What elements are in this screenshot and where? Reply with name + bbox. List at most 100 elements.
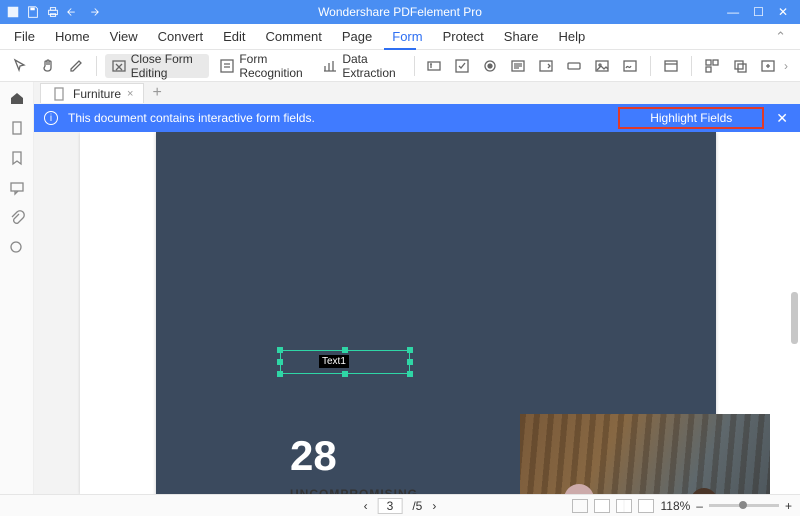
data-extraction-label: Data Extraction xyxy=(342,52,399,80)
hand-tool-icon[interactable] xyxy=(36,54,60,78)
page-number-input[interactable]: 3 xyxy=(378,498,403,514)
more-tools-icon[interactable] xyxy=(756,54,780,78)
select-tool-icon[interactable] xyxy=(8,54,32,78)
form-field-name-label: Text1 xyxy=(319,355,349,368)
comments-icon[interactable] xyxy=(9,180,25,196)
page-paper: Text1 28 UNCOMPROMISING CRAFTSMANSHIP At… xyxy=(80,132,800,494)
document-tab-strip: Furniture × + xyxy=(34,82,800,104)
thumbnails-icon[interactable] xyxy=(9,120,25,136)
text-field-icon[interactable] xyxy=(422,54,446,78)
separator xyxy=(650,56,651,76)
banner-message: This document contains interactive form … xyxy=(68,111,315,125)
menu-page[interactable]: Page xyxy=(342,29,372,44)
edit-tool-icon[interactable] xyxy=(64,54,88,78)
form-toolbar: Close Form Editing Form Recognition Data… xyxy=(0,50,800,82)
button-field-icon[interactable] xyxy=(562,54,586,78)
zoom-out-icon[interactable]: – xyxy=(696,499,703,513)
menu-bar: File Home View Convert Edit Comment Page… xyxy=(0,24,800,50)
checkbox-field-icon[interactable] xyxy=(450,54,474,78)
menu-protect[interactable]: Protect xyxy=(443,29,484,44)
home-icon[interactable] xyxy=(9,90,25,106)
resize-handle[interactable] xyxy=(277,347,283,353)
menu-form[interactable]: Form xyxy=(392,29,422,44)
menu-file[interactable]: File xyxy=(14,29,35,44)
close-form-editing-label: Close Form Editing xyxy=(131,52,204,80)
undo-icon[interactable] xyxy=(66,5,80,19)
view-single-icon[interactable] xyxy=(572,499,588,513)
resize-handle[interactable] xyxy=(342,371,348,377)
combobox-field-icon[interactable] xyxy=(506,54,530,78)
banner-close-icon[interactable]: ✕ xyxy=(774,110,790,127)
zoom-slider[interactable] xyxy=(709,504,779,507)
headline-number: 28 xyxy=(290,432,337,480)
title-bar: Wondershare PDFelement Pro — ☐ ✕ xyxy=(0,0,800,24)
menu-convert[interactable]: Convert xyxy=(158,29,204,44)
document-canvas[interactable]: Text1 28 UNCOMPROMISING CRAFTSMANSHIP At… xyxy=(34,132,800,494)
separator xyxy=(414,56,415,76)
redo-icon[interactable] xyxy=(86,5,100,19)
page-navigator: ‹ 3 /5 › xyxy=(364,498,437,514)
view-two-continuous-icon[interactable] xyxy=(638,499,654,513)
menu-home[interactable]: Home xyxy=(55,29,90,44)
copy-field-icon[interactable] xyxy=(728,54,752,78)
tab-close-icon[interactable]: × xyxy=(127,88,133,100)
status-bar: ‹ 3 /5 › 118% – + xyxy=(0,494,800,516)
highlight-fields-label: Highlight Fields xyxy=(650,111,732,125)
menu-edit[interactable]: Edit xyxy=(223,29,245,44)
toolbar-overflow-icon[interactable]: › xyxy=(784,59,792,73)
close-form-editing-button[interactable]: Close Form Editing xyxy=(105,54,210,78)
resize-handle[interactable] xyxy=(407,347,413,353)
maximize-icon[interactable]: ☐ xyxy=(753,5,764,19)
document-tab-label: Furniture xyxy=(73,87,121,101)
page-total: /5 xyxy=(412,499,422,513)
left-sidebar xyxy=(0,82,34,494)
highlight-fields-button[interactable]: Highlight Fields xyxy=(618,107,764,129)
document-tab[interactable]: Furniture × xyxy=(40,83,144,103)
form-properties-icon[interactable] xyxy=(659,54,683,78)
listbox-field-icon[interactable] xyxy=(534,54,558,78)
headline-line1: UNCOMPROMISING xyxy=(290,487,418,494)
text-form-field-selected[interactable]: Text1 xyxy=(280,350,410,374)
radio-field-icon[interactable] xyxy=(478,54,502,78)
view-continuous-icon[interactable] xyxy=(594,499,610,513)
print-icon[interactable] xyxy=(46,5,60,19)
headline-text: UNCOMPROMISING CRAFTSMANSHIP xyxy=(290,482,418,494)
document-image xyxy=(520,414,770,494)
data-extraction-button[interactable]: Data Extraction xyxy=(316,54,405,78)
resize-handle[interactable] xyxy=(277,371,283,377)
align-tool-icon[interactable] xyxy=(700,54,724,78)
bookmarks-icon[interactable] xyxy=(9,150,25,166)
collapse-ribbon-icon[interactable]: ⌃ xyxy=(775,29,786,45)
prev-page-icon[interactable]: ‹ xyxy=(364,499,368,513)
form-recognition-label: Form Recognition xyxy=(239,52,306,80)
minimize-icon[interactable]: — xyxy=(727,5,739,19)
resize-handle[interactable] xyxy=(277,359,283,365)
search-panel-icon[interactable] xyxy=(9,240,25,256)
active-tab-underline xyxy=(384,48,416,50)
menu-view[interactable]: View xyxy=(110,29,138,44)
resize-handle[interactable] xyxy=(342,347,348,353)
menu-comment[interactable]: Comment xyxy=(266,29,322,44)
menu-share[interactable]: Share xyxy=(504,29,539,44)
info-icon: i xyxy=(44,111,58,125)
new-tab-icon[interactable]: + xyxy=(152,85,161,101)
attachments-icon[interactable] xyxy=(9,210,25,226)
zoom-value: 118% xyxy=(660,499,690,513)
form-recognition-button[interactable]: Form Recognition xyxy=(213,54,312,78)
image-field-icon[interactable] xyxy=(590,54,614,78)
vertical-scrollbar[interactable] xyxy=(789,132,799,494)
next-page-icon[interactable]: › xyxy=(432,499,436,513)
scrollbar-thumb[interactable] xyxy=(791,292,798,344)
separator xyxy=(691,56,692,76)
menu-help[interactable]: Help xyxy=(559,29,586,44)
zoom-in-icon[interactable]: + xyxy=(785,499,792,513)
resize-handle[interactable] xyxy=(407,359,413,365)
close-window-icon[interactable]: ✕ xyxy=(778,5,788,19)
separator xyxy=(96,56,97,76)
save-icon[interactable] xyxy=(26,5,40,19)
doc-icon xyxy=(51,86,67,102)
signature-field-icon[interactable] xyxy=(618,54,642,78)
app-title: Wondershare PDFelement Pro xyxy=(318,5,482,19)
resize-handle[interactable] xyxy=(407,371,413,377)
view-two-page-icon[interactable] xyxy=(616,499,632,513)
